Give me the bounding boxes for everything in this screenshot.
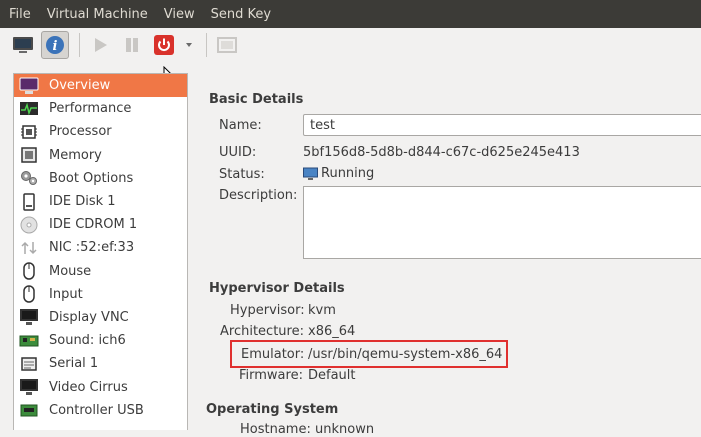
input-icon [18, 285, 40, 304]
display-icon [18, 308, 40, 326]
running-monitor-icon [303, 167, 318, 180]
video-icon [18, 378, 40, 396]
sidebar-item-ide-cdrom-1[interactable]: IDE CDROM 1 [14, 213, 187, 236]
serial-icon [18, 355, 40, 373]
sidebar-item-boot-options[interactable]: Boot Options [14, 167, 187, 190]
hostname-label: Hostname: [240, 422, 311, 437]
firmware-value: Default [308, 368, 356, 383]
emulator-highlight-box [230, 340, 508, 368]
sidebar-item-controller-usb[interactable]: Controller USB [14, 399, 187, 422]
status-text: Running [321, 166, 375, 181]
architecture-value: x86_64 [308, 324, 356, 339]
uuid-label: UUID: [219, 145, 257, 160]
info-icon: i [46, 36, 64, 54]
sidebar-item-memory[interactable]: Memory [14, 144, 187, 167]
description-field[interactable] [303, 186, 701, 259]
sidebar-item-input[interactable]: Input [14, 283, 187, 306]
menu-view[interactable]: View [155, 7, 202, 22]
pause-button[interactable] [118, 31, 146, 59]
menu-bar: File Virtual Machine View Send Key [0, 0, 701, 28]
fullscreen-button[interactable] [213, 31, 241, 59]
sidebar-item-processor[interactable]: Processor [14, 120, 187, 143]
name-field[interactable] [303, 114, 701, 136]
firmware-label: Firmware: [239, 368, 303, 383]
sidebar-item-serial-1[interactable]: Serial 1 [14, 352, 187, 375]
hypervisor-details-title: Hypervisor Details [209, 281, 345, 296]
play-icon [95, 38, 107, 52]
toolbar-separator [79, 33, 80, 57]
hypervisor-value: kvm [308, 303, 336, 318]
menu-virtual-machine[interactable]: Virtual Machine [38, 7, 155, 22]
menu-send-key[interactable]: Send Key [202, 7, 278, 22]
details-button[interactable]: i [41, 31, 69, 59]
controller-icon [18, 401, 40, 419]
run-button[interactable] [86, 31, 114, 59]
power-icon [154, 35, 174, 55]
menu-file[interactable]: File [0, 7, 38, 22]
name-label: Name: [219, 118, 262, 133]
sidebar-item-overview[interactable]: Overview [14, 74, 187, 98]
hostname-value: unknown [315, 422, 375, 437]
cpu-icon [18, 123, 40, 141]
dropdown-arrow-icon [186, 43, 192, 47]
sidebar-item-ide-disk-1[interactable]: IDE Disk 1 [14, 190, 187, 213]
console-button[interactable] [9, 31, 37, 59]
description-label: Description: [219, 188, 298, 203]
fullscreen-icon [217, 37, 237, 53]
monitor-icon [13, 37, 33, 53]
mouse-icon [18, 262, 40, 280]
toolbar: i [0, 28, 701, 62]
svg-text:i: i [53, 39, 58, 54]
sound-card-icon [18, 332, 40, 350]
boot-gears-icon [18, 169, 40, 187]
status-label: Status: [219, 167, 265, 182]
operating-system-title: Operating System [206, 402, 339, 417]
shutdown-button[interactable] [150, 31, 178, 59]
overview-icon [18, 77, 40, 95]
shutdown-menu-button[interactable] [182, 31, 196, 59]
nic-icon [18, 239, 40, 257]
sidebar-item-performance[interactable]: Performance [14, 97, 187, 120]
architecture-label: Architecture: [220, 324, 304, 339]
pause-icon [126, 38, 138, 52]
sidebar-item-sound[interactable]: Sound: ich6 [14, 329, 187, 352]
status-value: Running [303, 166, 374, 181]
sidebar-item-display-vnc[interactable]: Display VNC [14, 306, 187, 329]
sidebar-item-video-cirrus[interactable]: Video Cirrus [14, 375, 187, 398]
hardware-list: Overview Performance Processor Memory Bo… [13, 73, 188, 430]
basic-details-title: Basic Details [209, 92, 304, 107]
performance-icon [18, 100, 40, 118]
uuid-value: 5bf156d8-5d8b-d844-c67c-d625e245e413 [303, 145, 580, 160]
cdrom-icon [18, 216, 40, 234]
toolbar-separator [206, 33, 207, 57]
sidebar-item-nic[interactable]: NIC :52:ef:33 [14, 236, 187, 259]
sidebar-item-mouse[interactable]: Mouse [14, 260, 187, 283]
memory-icon [18, 146, 40, 164]
hypervisor-label: Hypervisor: [230, 303, 305, 318]
disk-icon [18, 192, 40, 211]
